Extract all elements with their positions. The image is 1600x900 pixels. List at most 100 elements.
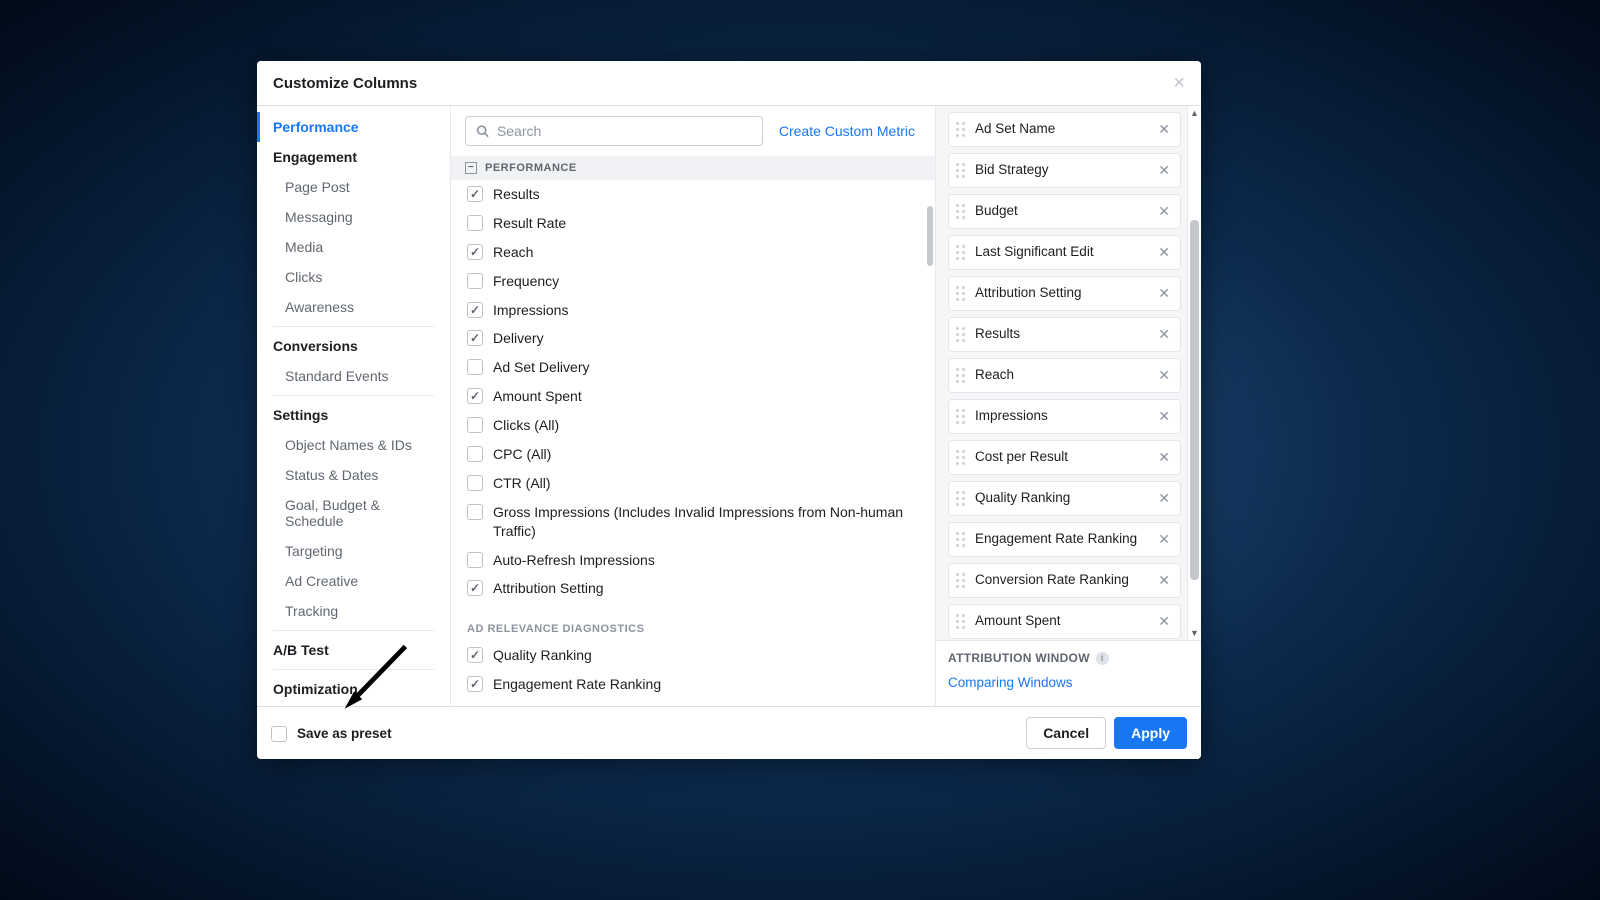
cancel-button[interactable]: Cancel [1026, 717, 1106, 749]
metric-row[interactable]: Frequency [451, 267, 935, 296]
info-icon[interactable]: i [1096, 652, 1109, 665]
selected-column-chip[interactable]: Quality Ranking✕ [948, 481, 1181, 516]
selected-column-chip[interactable]: Amount Spent✕ [948, 604, 1181, 639]
metric-row[interactable]: Ad Set Delivery [451, 353, 935, 382]
sidebar-item-messaging[interactable]: Messaging [257, 202, 450, 232]
drag-handle-icon[interactable] [953, 204, 969, 220]
search-input[interactable] [497, 123, 752, 139]
selected-column-chip[interactable]: Bid Strategy✕ [948, 153, 1181, 188]
remove-column-icon[interactable]: ✕ [1156, 367, 1172, 384]
sidebar-item-awareness[interactable]: Awareness [257, 292, 450, 322]
metric-row[interactable]: Delivery [451, 324, 935, 353]
scrollbar[interactable]: ▲ ▼ [1187, 106, 1201, 640]
selected-column-chip[interactable]: Ad Set Name✕ [948, 112, 1181, 147]
metric-row[interactable]: CPC (All) [451, 440, 935, 469]
metric-row[interactable]: Results [451, 180, 935, 209]
metric-checkbox[interactable] [467, 676, 483, 692]
metric-checkbox[interactable] [467, 417, 483, 433]
sidebar-item-clicks[interactable]: Clicks [257, 262, 450, 292]
save-as-preset-toggle[interactable]: Save as preset [271, 725, 392, 742]
metric-row[interactable]: Result Rate [451, 209, 935, 238]
metric-checkbox[interactable] [467, 504, 483, 520]
scrollbar-thumb[interactable] [1190, 220, 1199, 580]
sidebar-item-conversions[interactable]: Conversions [257, 331, 450, 361]
sidebar-item-settings[interactable]: Settings [257, 400, 450, 430]
selected-column-chip[interactable]: Results✕ [948, 317, 1181, 352]
drag-handle-icon[interactable] [953, 327, 969, 343]
metric-checkbox[interactable] [467, 273, 483, 289]
metric-list[interactable]: − PERFORMANCE ResultsResult RateReachFre… [451, 156, 935, 706]
metric-checkbox[interactable] [467, 359, 483, 375]
metric-row[interactable]: Amount Spent [451, 382, 935, 411]
remove-column-icon[interactable]: ✕ [1156, 244, 1172, 261]
sidebar-item-a-b-test[interactable]: A/B Test [257, 635, 450, 665]
remove-column-icon[interactable]: ✕ [1156, 613, 1172, 630]
sidebar-item-tracking[interactable]: Tracking [257, 596, 450, 626]
sidebar-item-performance[interactable]: Performance [257, 112, 450, 142]
selected-column-chip[interactable]: Last Significant Edit✕ [948, 235, 1181, 270]
sidebar-item-ad-creative[interactable]: Ad Creative [257, 566, 450, 596]
drag-handle-icon[interactable] [953, 532, 969, 548]
create-custom-metric-link[interactable]: Create Custom Metric [779, 123, 921, 139]
remove-column-icon[interactable]: ✕ [1156, 408, 1172, 425]
selected-column-chip[interactable]: Budget✕ [948, 194, 1181, 229]
group-header-performance[interactable]: − PERFORMANCE [451, 156, 935, 180]
remove-column-icon[interactable]: ✕ [1156, 162, 1172, 179]
metric-row[interactable]: Auto-Refresh Impressions [451, 546, 935, 575]
metric-checkbox[interactable] [467, 186, 483, 202]
collapse-icon[interactable]: − [465, 162, 477, 174]
drag-handle-icon[interactable] [953, 614, 969, 630]
metric-checkbox[interactable] [467, 580, 483, 596]
scroll-up-icon[interactable]: ▲ [1190, 106, 1199, 120]
metric-row[interactable]: Attribution Setting [451, 574, 935, 603]
drag-handle-icon[interactable] [953, 409, 969, 425]
save-preset-checkbox[interactable] [271, 726, 287, 742]
remove-column-icon[interactable]: ✕ [1156, 326, 1172, 343]
metric-checkbox[interactable] [467, 302, 483, 318]
sidebar-item-object-names-ids[interactable]: Object Names & IDs [257, 430, 450, 460]
drag-handle-icon[interactable] [953, 450, 969, 466]
apply-button[interactable]: Apply [1114, 717, 1187, 749]
metric-checkbox[interactable] [467, 475, 483, 491]
metric-checkbox[interactable] [467, 388, 483, 404]
metric-row[interactable]: CTR (All) [451, 469, 935, 498]
drag-handle-icon[interactable] [953, 573, 969, 589]
metric-checkbox[interactable] [467, 552, 483, 568]
metric-checkbox[interactable] [467, 330, 483, 346]
selected-column-chip[interactable]: Conversion Rate Ranking✕ [948, 563, 1181, 598]
comparing-windows-link[interactable]: Comparing Windows [948, 675, 1073, 690]
remove-column-icon[interactable]: ✕ [1156, 531, 1172, 548]
metric-checkbox[interactable] [467, 244, 483, 260]
selected-column-chip[interactable]: Impressions✕ [948, 399, 1181, 434]
remove-column-icon[interactable]: ✕ [1156, 285, 1172, 302]
sidebar-item-standard-events[interactable]: Standard Events [257, 361, 450, 391]
search-box[interactable] [465, 116, 763, 146]
sidebar-item-optimization[interactable]: Optimization [257, 674, 450, 704]
drag-handle-icon[interactable] [953, 245, 969, 261]
metric-checkbox[interactable] [467, 446, 483, 462]
sidebar-item-status-dates[interactable]: Status & Dates [257, 460, 450, 490]
remove-column-icon[interactable]: ✕ [1156, 490, 1172, 507]
drag-handle-icon[interactable] [953, 122, 969, 138]
sidebar-item-engagement[interactable]: Engagement [257, 142, 450, 172]
metric-row[interactable]: Gross Impressions (Includes Invalid Impr… [451, 498, 935, 546]
metric-row[interactable]: Quality Ranking [451, 641, 935, 670]
drag-handle-icon[interactable] [953, 491, 969, 507]
metric-checkbox[interactable] [467, 647, 483, 663]
metric-row[interactable]: Engagement Rate Ranking [451, 670, 935, 699]
sidebar-item-targeting[interactable]: Targeting [257, 536, 450, 566]
selected-column-chip[interactable]: Reach✕ [948, 358, 1181, 393]
selected-column-chip[interactable]: Cost per Result✕ [948, 440, 1181, 475]
metric-row[interactable]: Impressions [451, 296, 935, 325]
close-icon[interactable]: × [1173, 73, 1185, 93]
metric-row[interactable]: Reach [451, 238, 935, 267]
sidebar-item-media[interactable]: Media [257, 232, 450, 262]
selected-column-chip[interactable]: Attribution Setting✕ [948, 276, 1181, 311]
drag-handle-icon[interactable] [953, 163, 969, 179]
remove-column-icon[interactable]: ✕ [1156, 203, 1172, 220]
selected-column-chip[interactable]: Engagement Rate Ranking✕ [948, 522, 1181, 557]
remove-column-icon[interactable]: ✕ [1156, 449, 1172, 466]
drag-handle-icon[interactable] [953, 368, 969, 384]
scrollbar-thumb[interactable] [927, 206, 933, 266]
scroll-down-icon[interactable]: ▼ [1190, 626, 1199, 640]
